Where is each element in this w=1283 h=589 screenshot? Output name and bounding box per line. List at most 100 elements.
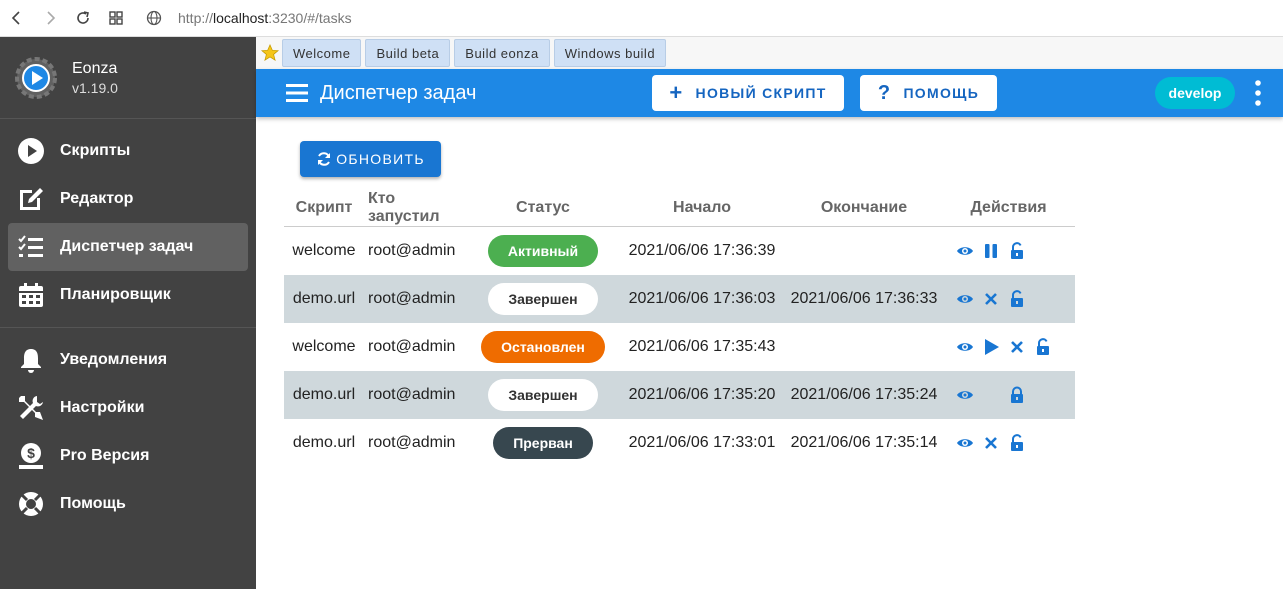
cell-script: demo.url xyxy=(284,274,364,323)
dollar-icon: $ xyxy=(16,441,46,471)
eye-icon[interactable] xyxy=(956,242,974,260)
lifebuoy-icon xyxy=(16,489,46,519)
menu-icon[interactable] xyxy=(286,84,308,102)
table-header: Скрипт Кто запустил Статус Начало Оконча… xyxy=(284,190,1075,227)
back-icon[interactable] xyxy=(0,0,33,37)
sidebar-item-editor[interactable]: Редактор xyxy=(0,175,256,223)
brand[interactable]: Eonza v1.19.0 xyxy=(0,37,256,119)
pause-icon[interactable] xyxy=(982,242,1000,260)
sidebar-item-scripts[interactable]: Скрипты xyxy=(0,127,256,175)
tools-icon xyxy=(16,393,46,423)
header-actions: Действия xyxy=(942,190,1075,227)
apps-grid-icon[interactable] xyxy=(99,0,132,37)
sidebar: Eonza v1.19.0 Скрипты Редактор Диспетчер… xyxy=(0,37,256,589)
cell-start: 2021/06/06 17:36:39 xyxy=(628,241,776,259)
bell-icon xyxy=(16,345,46,375)
eye-icon[interactable] xyxy=(956,434,974,452)
lock-icon[interactable] xyxy=(1008,386,1026,404)
play-icon[interactable] xyxy=(982,338,1000,356)
cell-start: 2021/06/06 17:33:01 xyxy=(628,433,776,451)
sidebar-item-notifications[interactable]: Уведомления xyxy=(0,336,256,384)
cell-end: 2021/06/06 17:35:14 xyxy=(790,433,938,451)
unlock-icon[interactable] xyxy=(1008,433,1026,452)
header-start: Начало xyxy=(618,190,786,227)
cell-user: root@admin xyxy=(368,337,456,355)
browser-toolbar: http://localhost:3230/#/tasks xyxy=(0,0,1283,37)
sidebar-item-label: Настройки xyxy=(60,399,145,416)
question-icon: ? xyxy=(877,82,892,104)
branch-chip[interactable]: develop xyxy=(1155,77,1235,109)
plus-icon: + xyxy=(669,80,684,105)
status-badge: Завершен xyxy=(488,282,598,315)
reload-icon[interactable] xyxy=(66,0,99,37)
table-row: demo.url root@admin Завершен 2021/06/06 … xyxy=(284,370,1075,419)
cell-user: root@admin xyxy=(368,433,456,451)
unlock-icon[interactable] xyxy=(1008,289,1026,308)
sidebar-item-task-manager[interactable]: Диспетчер задач xyxy=(8,223,248,271)
cell-user: root@admin xyxy=(368,241,456,259)
sidebar-item-label: Pro Версия xyxy=(60,447,150,464)
table-row: demo.url root@admin Завершен 2021/06/06 … xyxy=(284,274,1075,323)
table-row: welcome root@admin Остановлен 2021/06/06… xyxy=(284,323,1075,371)
sidebar-item-label: Помощь xyxy=(60,495,126,512)
help-button[interactable]: ? ПОМОЩЬ xyxy=(860,75,997,111)
close-icon[interactable] xyxy=(982,290,1000,308)
bookmarks-bar: Welcome Build beta Build eonza Windows b… xyxy=(256,37,1283,69)
eye-icon[interactable] xyxy=(956,338,974,356)
app-version: v1.19.0 xyxy=(72,79,118,96)
sidebar-item-settings[interactable]: Настройки xyxy=(0,384,256,432)
sidebar-item-scheduler[interactable]: Планировщик xyxy=(0,271,256,319)
refresh-button[interactable]: ОБНОВИТЬ xyxy=(300,141,441,177)
sidebar-item-label: Планировщик xyxy=(60,286,171,303)
status-badge: Завершен xyxy=(488,378,598,411)
cell-end: 2021/06/06 17:35:24 xyxy=(786,370,942,419)
url-rest: :3230/#/tasks xyxy=(268,10,352,26)
cell-script: welcome xyxy=(292,337,356,355)
header-user: Кто запустил xyxy=(364,190,468,227)
sidebar-item-label: Скрипты xyxy=(60,142,131,159)
forward-icon[interactable] xyxy=(33,0,66,37)
eye-icon[interactable] xyxy=(956,290,974,308)
unlock-icon[interactable] xyxy=(1034,337,1052,356)
url-prefix: http:// xyxy=(178,10,214,26)
table-row: welcome root@admin Активный 2021/06/06 1… xyxy=(284,227,1075,275)
cell-start: 2021/06/06 17:36:03 xyxy=(618,274,786,323)
sidebar-divider xyxy=(0,327,256,328)
close-icon[interactable] xyxy=(982,434,1000,452)
sidebar-item-label: Редактор xyxy=(60,190,134,207)
status-badge: Остановлен xyxy=(481,330,605,363)
svg-text:$: $ xyxy=(27,445,35,461)
star-icon[interactable] xyxy=(260,44,280,62)
bookmark-welcome[interactable]: Welcome xyxy=(282,39,362,67)
bookmark-build-eonza[interactable]: Build eonza xyxy=(454,39,550,67)
more-vert-icon[interactable] xyxy=(1252,79,1264,107)
tasks-table: Скрипт Кто запустил Статус Начало Оконча… xyxy=(284,190,1075,467)
unlock-icon[interactable] xyxy=(1008,241,1026,260)
eye-icon[interactable] xyxy=(956,386,974,404)
url-host: localhost xyxy=(213,10,269,26)
bookmark-windows-build[interactable]: Windows build xyxy=(553,39,667,67)
address-bar[interactable]: http://localhost:3230/#/tasks xyxy=(146,10,352,26)
sidebar-item-pro[interactable]: $ Pro Версия xyxy=(0,432,256,480)
app-name: Eonza xyxy=(72,59,118,77)
table-row: demo.url root@admin Прерван 2021/06/06 1… xyxy=(284,419,1075,467)
app-bar: Диспетчер задач + НОВЫЙ СКРИПТ ? ПОМОЩЬ … xyxy=(256,69,1283,117)
calendar-icon xyxy=(16,280,46,310)
new-script-button[interactable]: + НОВЫЙ СКРИПТ xyxy=(652,75,844,111)
bookmark-build-beta[interactable]: Build beta xyxy=(365,39,451,67)
refresh-icon xyxy=(318,152,331,166)
page-title: Диспетчер задач xyxy=(320,81,477,104)
play-circle-icon xyxy=(16,136,46,166)
sidebar-item-label: Диспетчер задач xyxy=(60,238,194,255)
cell-script: demo.url xyxy=(284,370,364,419)
cell-end xyxy=(786,323,942,371)
cell-script: demo.url xyxy=(292,433,356,451)
header-end: Окончание xyxy=(786,190,942,227)
cell-user: root@admin xyxy=(364,370,468,419)
header-script: Скрипт xyxy=(284,190,364,227)
cell-end xyxy=(786,227,942,275)
close-icon[interactable] xyxy=(1008,338,1026,356)
new-script-label: НОВЫЙ СКРИПТ xyxy=(695,85,827,101)
sidebar-item-help[interactable]: Помощь xyxy=(0,480,256,528)
refresh-label: ОБНОВИТЬ xyxy=(336,151,425,167)
